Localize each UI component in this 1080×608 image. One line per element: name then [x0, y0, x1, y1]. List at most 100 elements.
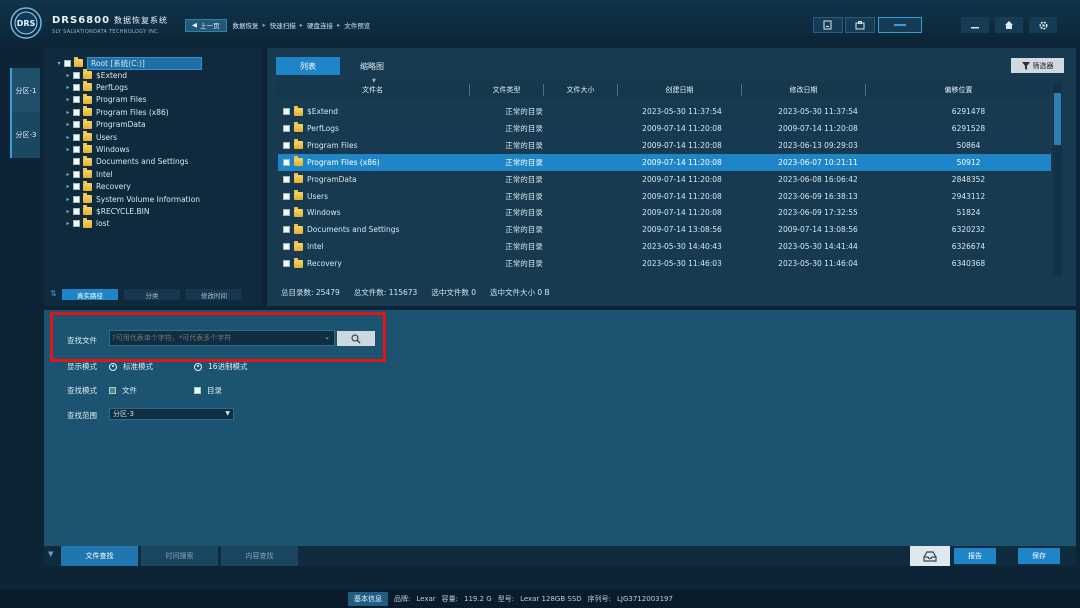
row-checkbox[interactable]: [283, 108, 290, 115]
tree-item[interactable]: ▸ lost: [64, 217, 110, 230]
table-row[interactable]: ProgramData 正常的目录 2009-07-14 11:20:08 2023-…: [278, 171, 1051, 188]
save-button[interactable]: 保存: [1018, 548, 1060, 564]
expand-icon[interactable]: ▸: [64, 171, 72, 178]
expand-icon[interactable]: ▸: [64, 134, 72, 141]
search-mode-dir[interactable]: 目录: [194, 385, 222, 396]
collapse-arrow-icon[interactable]: ▼: [48, 550, 53, 558]
col-header-modified[interactable]: 修改日期: [742, 84, 866, 96]
row-checkbox[interactable]: [283, 158, 290, 166]
row-checkbox[interactable]: [283, 226, 290, 234]
tree-checkbox[interactable]: [73, 96, 80, 104]
side-tab-partition-1[interactable]: 分区-1: [10, 68, 40, 114]
tree-item[interactable]: ▸ System Volume Information: [64, 193, 200, 205]
tree-checkbox[interactable]: [73, 108, 80, 116]
checkbox-dir[interactable]: [194, 387, 201, 394]
tab-real-path[interactable]: 真实路径: [62, 289, 118, 300]
table-row[interactable]: $Extend 正常的目录 2023-05-30 11:37:54 2023-05-3…: [278, 103, 1051, 120]
tab-thumbnail[interactable]: 缩略图: [340, 57, 404, 75]
table-row[interactable]: PerfLogs 正常的目录 2009-07-14 11:20:08 2009-07-…: [278, 120, 1051, 137]
table-row[interactable]: Recovery 正常的目录 2023-05-30 11:46:03 2023-05-…: [278, 255, 1051, 272]
tab-content-search[interactable]: 内容查找: [221, 546, 298, 566]
tree-item[interactable]: ▸ Intel: [64, 168, 113, 180]
tree-root[interactable]: ▾ Root [系统(C:)]: [55, 56, 202, 70]
tree-checkbox[interactable]: [73, 220, 80, 228]
filter-button[interactable]: 筛选器: [1011, 58, 1064, 73]
expand-icon[interactable]: ▸: [64, 208, 72, 215]
tree-checkbox[interactable]: [73, 121, 80, 129]
row-checkbox[interactable]: [283, 192, 290, 200]
tree-checkbox[interactable]: [73, 207, 80, 215]
table-row[interactable]: Program Files (x86) 正常的目录 2009-07-14 11:20…: [278, 153, 1051, 171]
checkbox-file[interactable]: [109, 387, 116, 394]
side-tab-partition-3[interactable]: 分区-3: [10, 112, 40, 158]
scope-select[interactable]: 分区-3 ▼: [109, 408, 234, 420]
table-row[interactable]: Program Files 正常的目录 2009-07-14 11:20:08 202…: [278, 137, 1051, 154]
settings-button[interactable]: [1029, 17, 1057, 33]
tray-button[interactable]: [910, 546, 950, 566]
tree-item[interactable]: ▸ $RECYCLE.BIN: [64, 205, 150, 217]
tree-checkbox[interactable]: [73, 133, 80, 141]
expand-icon[interactable]: ▸: [64, 121, 72, 128]
row-checkbox[interactable]: [283, 141, 290, 149]
tree-item[interactable]: ▸ ProgramData: [64, 118, 146, 131]
tab-file-search[interactable]: 文件查找: [61, 546, 138, 566]
tree-checkbox[interactable]: [73, 145, 80, 153]
expand-icon[interactable]: ▸: [64, 196, 72, 203]
expand-icon[interactable]: ▸: [64, 183, 72, 190]
home-button[interactable]: [995, 17, 1023, 33]
tab-modified-time[interactable]: 修改时间: [186, 289, 242, 300]
table-row[interactable]: Windows 正常的目录 2009-07-14 11:20:08 2023-06-0…: [278, 204, 1051, 221]
tree-item[interactable]: Documents and Settings: [64, 155, 188, 168]
breadcrumb-item[interactable]: 硬盘连接: [307, 20, 333, 30]
expand-icon[interactable]: ▸: [64, 109, 72, 116]
tree-checkbox[interactable]: [73, 183, 80, 191]
breadcrumb-item[interactable]: 快速扫描: [270, 20, 296, 30]
expand-icon[interactable]: ▸: [64, 220, 72, 227]
display-mode-hex[interactable]: 16进制模式: [194, 361, 248, 372]
scrollbar-thumb[interactable]: [1054, 93, 1061, 145]
minimize-button[interactable]: [961, 17, 989, 33]
breadcrumb-item[interactable]: 数据恢复: [233, 20, 259, 30]
row-checkbox[interactable]: [283, 243, 290, 251]
tree-item[interactable]: ▸ Program Files (x86): [64, 106, 169, 118]
tree-checkbox[interactable]: [73, 195, 80, 203]
expand-icon[interactable]: ▸: [64, 96, 72, 103]
row-checkbox[interactable]: [283, 124, 290, 132]
tree-checkbox[interactable]: [64, 59, 71, 67]
search-input[interactable]: [112, 332, 317, 344]
breadcrumb-item[interactable]: 文件预览: [344, 20, 370, 30]
expand-icon[interactable]: ▸: [64, 72, 72, 79]
tree-item[interactable]: ▸ Program Files: [64, 93, 147, 106]
row-checkbox[interactable]: [283, 260, 290, 268]
chevron-down-icon[interactable]: ⌄: [324, 333, 330, 341]
search-field[interactable]: ⌄: [109, 330, 335, 346]
device-button[interactable]: [813, 17, 843, 33]
row-checkbox[interactable]: [283, 175, 290, 183]
radio-option[interactable]: [194, 362, 202, 371]
tree-item[interactable]: ▸ Windows: [64, 143, 129, 155]
expand-icon[interactable]: ▸: [64, 146, 72, 153]
tree-checkbox[interactable]: [73, 71, 80, 79]
basic-info-tab[interactable]: 基本信息: [348, 592, 388, 606]
table-row[interactable]: Documents and Settings 正常的目录 2009-07-14 13…: [278, 221, 1051, 238]
display-mode-standard[interactable]: 标准模式: [109, 361, 153, 372]
tree-checkbox[interactable]: [73, 158, 80, 166]
tree-item[interactable]: ▸ Users: [64, 131, 117, 143]
tab-list[interactable]: 列表: [276, 57, 340, 75]
table-row[interactable]: Intel 正常的目录 2023-05-30 14:40:43 2023-05-30 …: [278, 238, 1051, 255]
back-button[interactable]: ◀ 上一页: [185, 18, 227, 32]
col-header-name[interactable]: 文件名: [276, 84, 470, 96]
row-checkbox[interactable]: [283, 209, 290, 217]
search-button[interactable]: [337, 331, 375, 346]
radio-selected[interactable]: [109, 362, 117, 371]
tree-item[interactable]: ▸ PerfLogs: [64, 81, 128, 93]
expand-icon[interactable]: ▸: [64, 84, 72, 91]
dropdown-button[interactable]: [878, 17, 922, 33]
col-header-size[interactable]: 文件大小: [544, 84, 618, 96]
search-mode-file[interactable]: 文件: [109, 385, 137, 396]
table-row[interactable]: Users 正常的目录 2009-07-14 11:20:08 2023-06-09 …: [278, 188, 1051, 205]
sort-icon[interactable]: ⇅: [50, 289, 57, 298]
toolbox-button[interactable]: [845, 17, 875, 33]
tab-category[interactable]: 分类: [124, 289, 180, 300]
col-header-type[interactable]: 文件类型: [470, 84, 544, 96]
